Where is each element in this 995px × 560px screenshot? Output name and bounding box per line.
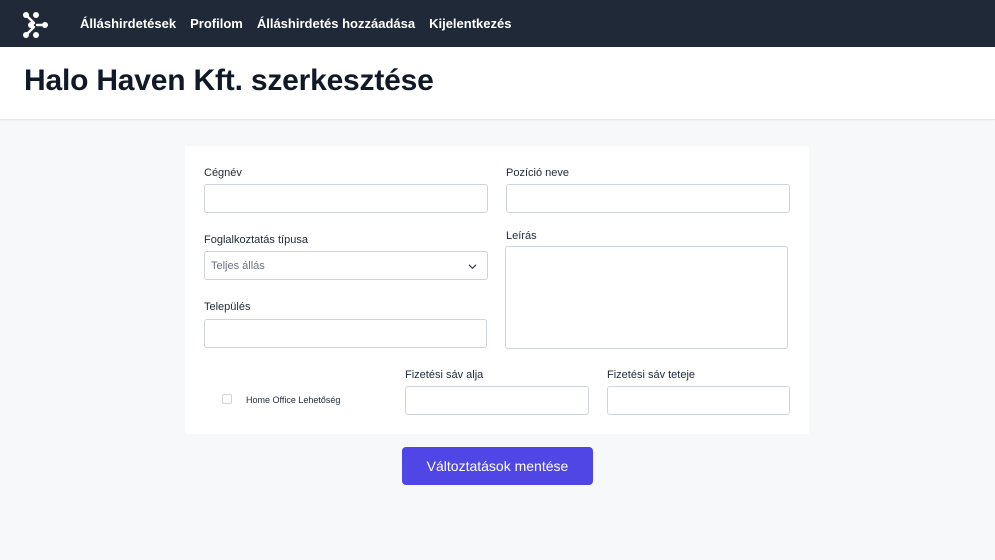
edit-job-form: Cégnév Pozíció neve Foglalkoztatás típus… <box>185 146 809 434</box>
home-office-checkbox[interactable] <box>222 394 232 404</box>
nav-link-logout[interactable]: Kijelentkezés <box>429 16 511 31</box>
page-title: Halo Haven Kft. szerkesztése <box>24 64 434 97</box>
description-textarea[interactable] <box>505 246 788 349</box>
logo-icon[interactable] <box>22 11 50 39</box>
salary-max-input[interactable] <box>607 386 790 415</box>
city-label: Település <box>204 301 251 313</box>
home-office-label: Home Office Lehetőség <box>246 395 341 405</box>
page-header: Halo Haven Kft. szerkesztése <box>0 47 995 120</box>
nav-link-profile[interactable]: Profilom <box>190 16 243 31</box>
company-label: Cégnév <box>204 167 242 179</box>
salary-min-label: Fizetési sáv alja <box>405 369 484 381</box>
salary-min-input[interactable] <box>405 386 589 415</box>
top-navbar: Álláshirdetések Profilom Álláshirdetés h… <box>0 0 995 47</box>
nav-link-add-job[interactable]: Álláshirdetés hozzáadása <box>257 16 415 31</box>
employment-type-label: Foglalkoztatás típusa <box>204 234 308 246</box>
save-changes-button[interactable]: Változtatások mentése <box>402 447 593 485</box>
company-input[interactable] <box>204 184 488 213</box>
employment-type-value: Teljes állás <box>211 259 265 272</box>
nav-links: Álláshirdetések Profilom Álláshirdetés h… <box>80 0 525 47</box>
chevron-down-icon <box>468 264 477 269</box>
employment-type-select[interactable]: Teljes állás <box>204 251 488 280</box>
position-label: Pozíció neve <box>506 167 569 179</box>
salary-max-label: Fizetési sáv teteje <box>607 369 696 381</box>
position-input[interactable] <box>506 184 790 213</box>
nav-link-job-listings[interactable]: Álláshirdetések <box>80 16 176 31</box>
description-label: Leírás <box>506 230 537 242</box>
city-input[interactable] <box>204 319 487 348</box>
